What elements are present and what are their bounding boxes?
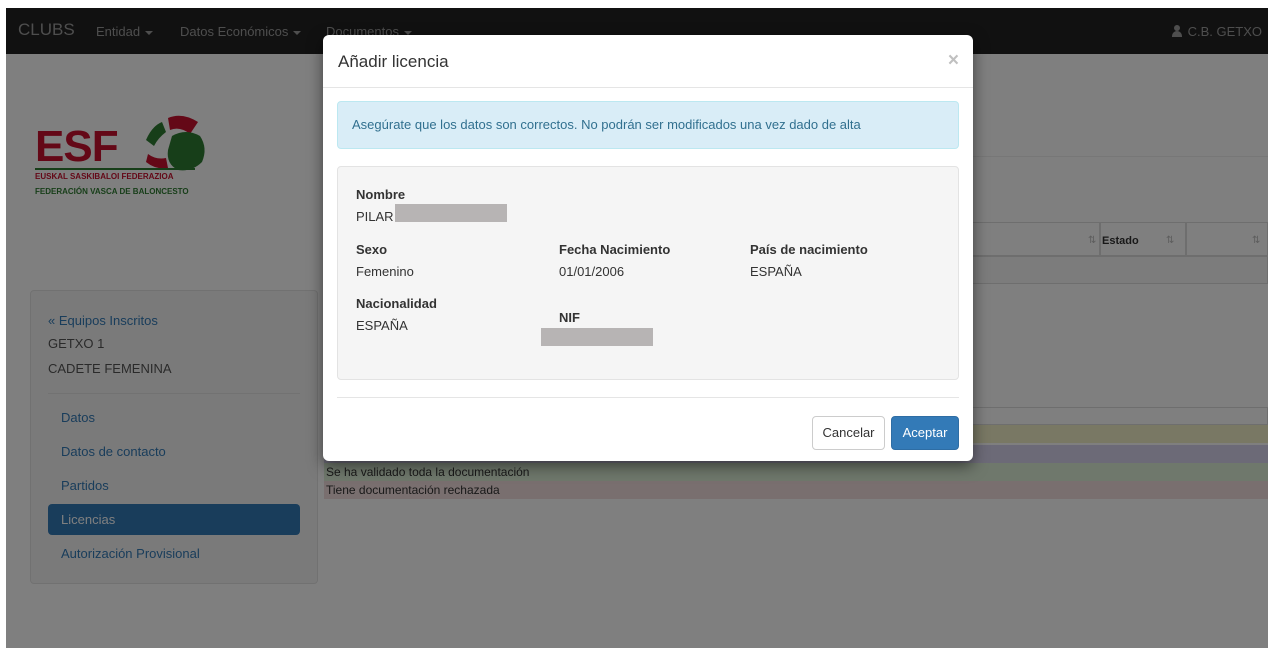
redacted-nif [541, 328, 653, 346]
pais-nacimiento-label: País de nacimiento [750, 242, 868, 257]
accept-button[interactable]: Aceptar [891, 416, 959, 450]
pais-nacimiento-value: ESPAÑA [750, 264, 802, 279]
nif-label: NIF [559, 310, 580, 325]
close-icon[interactable]: × [948, 50, 959, 72]
fecha-nacimiento-value: 01/01/2006 [559, 264, 625, 279]
sexo-value: Femenino [356, 264, 414, 279]
nombre-value: PILAR [356, 209, 394, 224]
redacted-surname [395, 204, 507, 222]
cancel-button[interactable]: Cancelar [812, 416, 885, 450]
nombre-label: Nombre [356, 187, 406, 202]
nacionalidad-label: Nacionalidad [356, 296, 437, 311]
modal-title: Añadir licencia [338, 52, 449, 71]
app-frame: CLUBS Entidad Datos Económicos Documento… [6, 8, 1268, 648]
sexo-label: Sexo [356, 242, 388, 257]
nacionalidad-value: ESPAÑA [356, 318, 408, 333]
add-license-modal: Añadir licencia × Asegúrate que los dato… [323, 35, 973, 461]
modal-header-divider [323, 87, 973, 88]
player-details-panel: Nombre PILAR Sexo Femenino Fecha Nacimie… [337, 166, 959, 380]
info-alert: Asegúrate que los datos son correctos. N… [337, 101, 959, 149]
fecha-nacimiento-label: Fecha Nacimiento [559, 242, 671, 257]
modal-footer-divider [337, 397, 959, 398]
